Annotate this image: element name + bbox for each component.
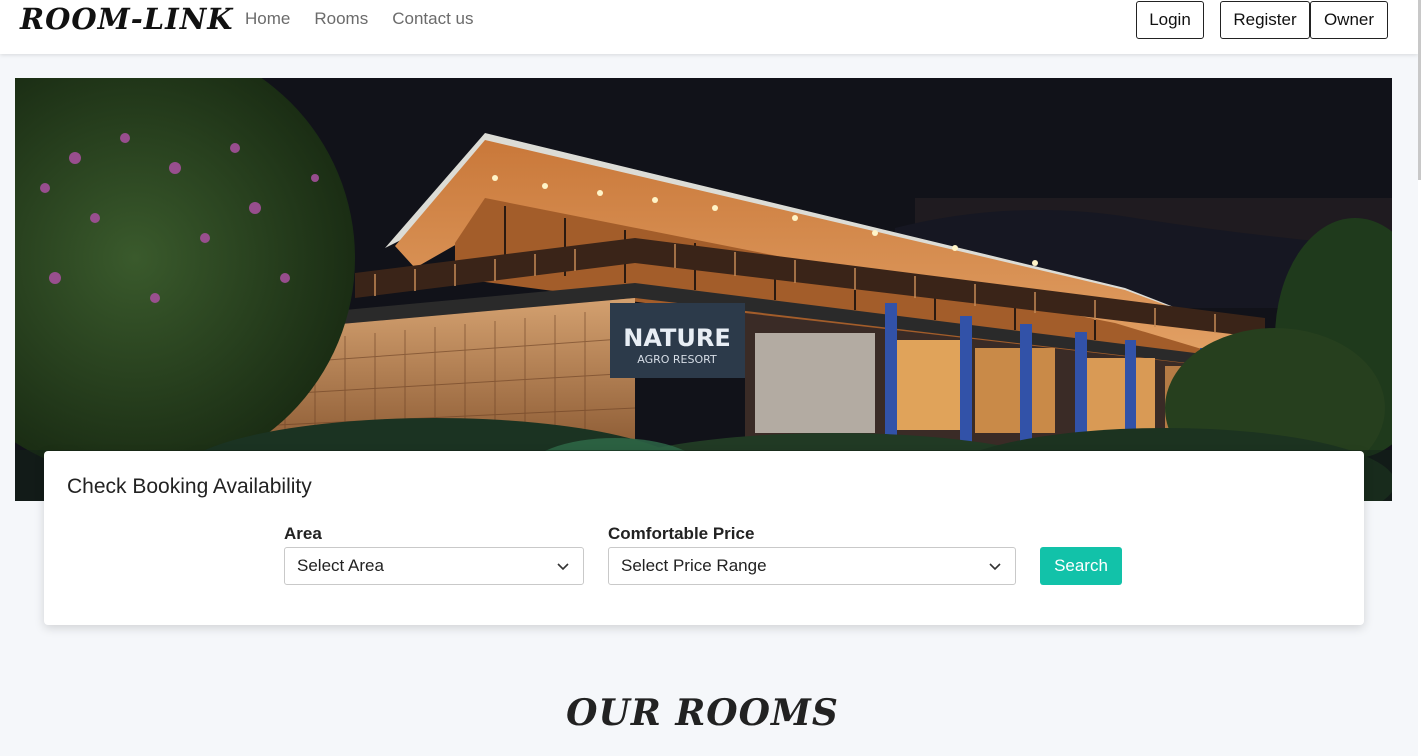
nav-link-contact[interactable]: Contact us [392,8,473,30]
nav-link-rooms[interactable]: Rooms [314,8,368,30]
top-navbar: ROOM-LINK Home Rooms Contact us Login Re… [0,0,1418,54]
sign-title: NATURE [623,324,731,352]
our-rooms-heading: OUR ROOMS [566,692,839,734]
price-range-select[interactable]: Select Price Range [608,547,1016,585]
chevron-down-icon [557,563,569,571]
area-select[interactable]: Select Area [284,547,584,585]
sign-subtitle: AGRO RESORT [637,353,717,366]
booking-card-title: Check Booking Availability [67,475,312,498]
resort-illustration: NATURE AGRO RESORT [15,78,1392,501]
booking-availability-card: Check Booking Availability Area Select A… [44,451,1364,625]
brand-logo[interactable]: ROOM-LINK [20,0,233,38]
nav-link-home[interactable]: Home [245,8,290,30]
hero-image: NATURE AGRO RESORT [15,78,1392,501]
login-button[interactable]: Login [1136,1,1204,39]
search-button[interactable]: Search [1040,547,1122,585]
price-label: Comfortable Price [608,524,755,543]
chevron-down-icon [989,563,1001,571]
area-label: Area [284,524,322,543]
owner-button[interactable]: Owner [1310,1,1388,39]
area-select-value: Select Area [297,556,384,575]
nav-links: Home Rooms Contact us [245,8,473,30]
price-select-value: Select Price Range [621,556,767,575]
register-button[interactable]: Register [1220,1,1310,39]
